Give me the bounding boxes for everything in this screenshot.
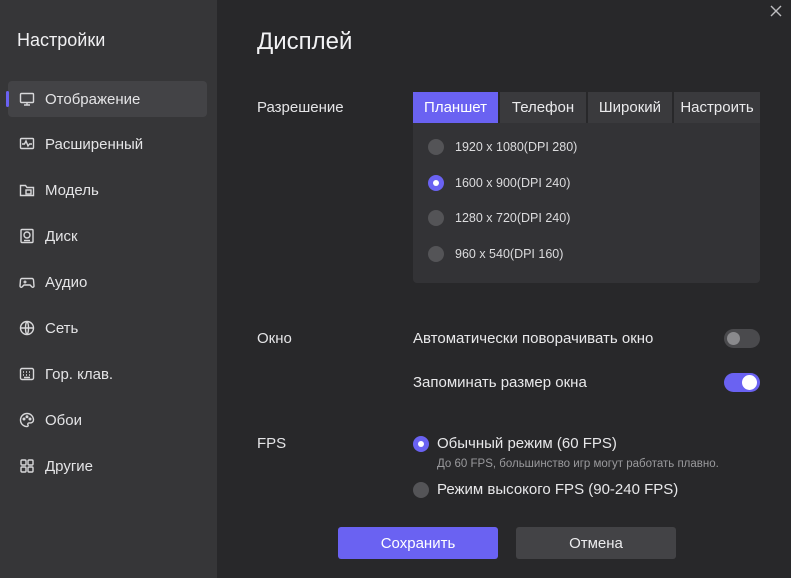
save-button[interactable]: Сохранить — [338, 527, 498, 559]
radio-button[interactable] — [413, 481, 429, 498]
sidebar-item-label: Расширенный — [45, 135, 144, 153]
globe-icon — [19, 320, 35, 336]
monitor-icon — [19, 91, 35, 107]
sidebar-title: Настройки — [17, 30, 106, 50]
sidebar-item-label: Отображение — [45, 90, 141, 108]
tab-tablet[interactable]: Планшет — [413, 92, 498, 123]
remember-size-toggle[interactable] — [724, 373, 760, 392]
sidebar-item-label: Гор. клав. — [45, 365, 114, 383]
sidebar-item-display[interactable]: Отображение — [6, 81, 207, 117]
sidebar: Настройки Отображение Расширенный Модель… — [0, 0, 217, 578]
sidebar-item-disk[interactable]: Диск — [8, 218, 207, 254]
fps-normal-hint: До 60 FPS, большинство игр могут работат… — [437, 458, 719, 470]
folder-icon — [19, 182, 35, 198]
grid-icon — [19, 458, 35, 474]
cancel-button[interactable]: Отмена — [516, 527, 676, 559]
fps-high-option[interactable]: Режим высокого FPS (90-240 FPS) — [413, 481, 678, 498]
sidebar-item-other[interactable]: Другие — [8, 448, 207, 484]
resolution-option-label: 1600 x 900(DPI 240) — [455, 176, 571, 190]
disk-icon — [19, 228, 35, 244]
fps-high-label: Режим высокого FPS (90-240 FPS) — [437, 481, 679, 498]
palette-icon — [19, 412, 35, 428]
sidebar-item-advanced[interactable]: Расширенный — [8, 126, 207, 162]
radio-button[interactable] — [428, 175, 444, 191]
sidebar-item-label: Другие — [45, 457, 94, 475]
sidebar-item-label: Модель — [45, 181, 99, 199]
radio-button[interactable] — [428, 139, 444, 155]
resolution-option-label: 1280 x 720(DPI 240) — [455, 211, 571, 225]
auto-rotate-toggle[interactable] — [724, 329, 760, 348]
tab-wide[interactable]: Широкий — [588, 92, 672, 123]
fps-label: FPS — [257, 435, 287, 452]
resolution-option[interactable]: 1920 x 1080(DPI 280) — [428, 139, 577, 155]
auto-rotate-label: Автоматически поворачивать окно — [413, 330, 654, 347]
sidebar-item-label: Сеть — [45, 319, 79, 337]
resolution-option[interactable]: 1600 x 900(DPI 240) — [428, 175, 570, 191]
sidebar-item-label: Обои — [45, 411, 82, 429]
sidebar-item-label: Диск — [45, 227, 78, 245]
resolution-option-label: 960 x 540(DPI 160) — [455, 247, 564, 261]
pulse-icon — [19, 136, 35, 152]
radio-button[interactable] — [428, 246, 444, 262]
close-icon — [770, 5, 782, 17]
sidebar-item-model[interactable]: Модель — [8, 172, 207, 208]
tab-custom[interactable]: Настроить — [674, 92, 760, 123]
resolution-label: Разрешение — [257, 99, 344, 116]
sidebar-item-wallpaper[interactable]: Обои — [8, 402, 207, 438]
toggle-knob — [727, 332, 740, 345]
fps-normal-option[interactable]: Обычный режим (60 FPS) — [413, 435, 617, 452]
resolution-option[interactable]: 1280 x 720(DPI 240) — [428, 210, 570, 226]
tab-phone[interactable]: Телефон — [500, 92, 586, 123]
keyboard-icon — [19, 366, 35, 382]
sidebar-item-audio[interactable]: Аудио — [8, 264, 207, 300]
sidebar-item-hotkeys[interactable]: Гор. клав. — [8, 356, 207, 392]
remember-size-label: Запоминать размер окна — [413, 374, 587, 391]
close-button[interactable] — [767, 2, 785, 20]
page-title: Дисплей — [257, 28, 353, 55]
radio-button[interactable] — [413, 435, 429, 452]
radio-button[interactable] — [428, 210, 444, 226]
resolution-option-label: 1920 x 1080(DPI 280) — [455, 140, 578, 154]
sidebar-item-network[interactable]: Сеть — [8, 310, 207, 346]
gamepad-icon — [19, 274, 35, 290]
fps-normal-label: Обычный режим (60 FPS) — [437, 435, 617, 452]
resolution-tabs: Планшет Телефон Широкий Настроить — [413, 92, 760, 123]
resolution-option[interactable]: 960 x 540(DPI 160) — [428, 246, 563, 262]
sidebar-item-label: Аудио — [45, 273, 88, 291]
window-label: Окно — [257, 330, 292, 347]
toggle-knob — [742, 375, 757, 390]
resolution-options: 1920 x 1080(DPI 280) 1600 x 900(DPI 240)… — [413, 123, 760, 283]
